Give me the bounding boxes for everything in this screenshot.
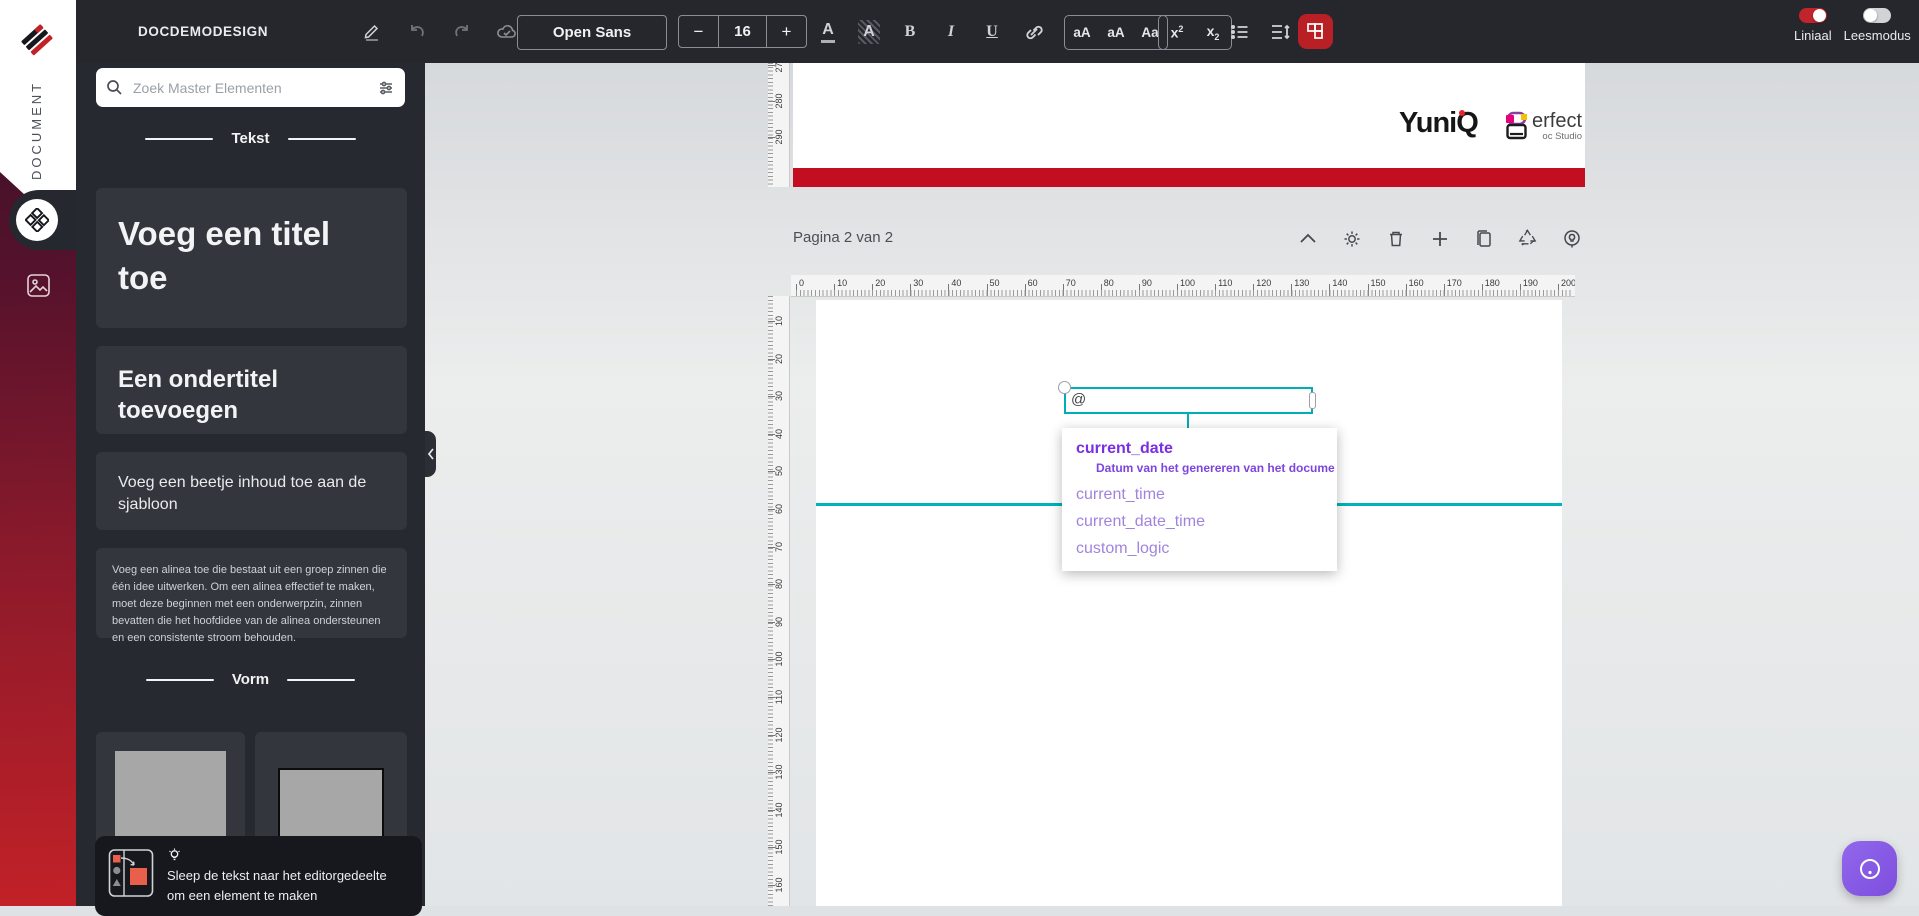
horizontal-ruler: 0 10 20 30 40 50 60 70 80 90 100 110 120 130 140 150 160…	[791, 275, 1575, 297]
master-element-content[interactable]: Voeg een beetje inhoud toe aan de sjablo…	[96, 452, 407, 530]
underline-button[interactable]: U	[981, 20, 1003, 44]
editor-canvas: YuniQ erfect oc Studio 270 280 290 Pagina …	[425, 63, 1919, 906]
lightbulb-icon	[169, 848, 180, 861]
rail-item-elements[interactable]	[16, 199, 58, 241]
read-mode-toggle[interactable]: Leesmodus	[1844, 8, 1911, 43]
text-section-title: Tekst	[231, 130, 270, 147]
search-input[interactable]	[131, 78, 369, 97]
line-spacing-icon[interactable]	[1268, 20, 1292, 44]
master-element-title[interactable]: Voeg een titel toe	[96, 188, 407, 328]
font-size-increase-button[interactable]: +	[766, 15, 807, 48]
bullet-list-icon[interactable]	[1228, 20, 1252, 44]
ruler-toggle-label: Liniaal	[1794, 28, 1832, 43]
master-element-subtitle[interactable]: Een ondertitel toevoegen	[96, 346, 407, 434]
element-text[interactable]: @	[1066, 389, 1311, 411]
chevron-left-icon	[427, 448, 434, 460]
ruler-toggle[interactable]: Liniaal	[1794, 8, 1832, 43]
italic-button[interactable]: I	[940, 20, 962, 44]
subscript-button[interactable]: x2	[1195, 23, 1231, 42]
drag-handle[interactable]	[1058, 381, 1071, 394]
page-indicator: Pagina 2 van 2	[793, 229, 894, 246]
document-title: DOCDEMODESIGN	[138, 24, 269, 39]
page-actions	[1296, 227, 1583, 250]
table-insert-button[interactable]	[1298, 14, 1333, 49]
rail-item-images[interactable]	[25, 272, 51, 298]
collapse-page-icon[interactable]	[1296, 227, 1319, 250]
delete-page-icon[interactable]	[1384, 227, 1407, 250]
dropdown-connector	[1187, 414, 1189, 428]
cloud-saved-icon	[495, 20, 519, 44]
yuniq-logo-dot	[1459, 110, 1465, 116]
redo-icon[interactable]	[450, 20, 474, 44]
dropdown-item-label[interactable]: current_date	[1076, 440, 1323, 458]
assistant-icon	[1859, 858, 1880, 879]
rename-icon[interactable]	[360, 20, 384, 44]
font-size-value[interactable]: 16	[719, 15, 766, 48]
search-icon	[107, 80, 122, 95]
read-mode-toggle-label: Leesmodus	[1843, 28, 1911, 43]
sidebar-collapse-button[interactable]	[425, 431, 436, 477]
drag-hint-tooltip: Sleep de tekst naar het editorgedeelte o…	[95, 836, 422, 916]
dropdown-item-label[interactable]: current_time	[1076, 486, 1323, 504]
dropdown-item-current_date[interactable]: current_date Datum van het genereren van …	[1062, 435, 1337, 481]
ruler-toggle-track[interactable]	[1798, 8, 1827, 23]
undo-icon[interactable]	[405, 20, 429, 44]
capitalize-button[interactable]: aA	[1099, 25, 1133, 40]
link-icon[interactable]	[1022, 20, 1046, 44]
highlight-color-button[interactable]: A	[858, 19, 880, 44]
master-elements-search	[96, 68, 405, 107]
perfect-doc-studio-mark-icon	[1506, 111, 1527, 140]
elements-icon	[25, 208, 49, 232]
rail-section-label: DOCUMENT	[29, 80, 44, 180]
read-mode-toggle-track[interactable]	[1863, 8, 1892, 23]
table-grid-icon	[1307, 23, 1323, 39]
filter-icon[interactable]	[377, 79, 395, 97]
assistant-button[interactable]	[1842, 841, 1897, 896]
dropdown-item-current_date_time[interactable]: current_date_time	[1062, 508, 1337, 535]
variable-dropdown: current_date Datum van het genereren van …	[1062, 428, 1337, 571]
dropdown-item-label[interactable]: custom_logic	[1076, 540, 1323, 558]
toolbar: DOCDEMODESIGN Open Sans − 16 + A A B I U…	[76, 0, 1919, 63]
recycle-page-icon[interactable]	[1516, 227, 1539, 250]
app-logo-icon	[19, 22, 57, 60]
text-color-button[interactable]: A	[817, 20, 839, 44]
yuniq-logo: YuniQ	[1399, 107, 1479, 139]
drag-illustration-icon	[108, 849, 154, 897]
script-group: x2 x2	[1158, 15, 1232, 50]
page-settings-icon[interactable]	[1340, 227, 1363, 250]
text-case-group: aA aA Aa	[1064, 15, 1168, 50]
superscript-button[interactable]: x2	[1159, 24, 1195, 41]
image-icon	[26, 273, 50, 297]
page-1-footer-bar	[793, 168, 1585, 187]
left-rail: DOCUMENT	[0, 0, 76, 906]
dropdown-item-label[interactable]: current_date_time	[1076, 513, 1323, 531]
font-family-select[interactable]: Open Sans	[517, 15, 667, 50]
shape-section-title: Vorm	[231, 671, 270, 688]
master-element-paragraph[interactable]: Voeg een alinea toe die bestaat uit een …	[96, 548, 407, 644]
section-header-text: Tekst	[76, 130, 425, 147]
page-insights-icon[interactable]	[1560, 227, 1583, 250]
section-header-shape: Vorm	[76, 671, 425, 688]
dropdown-item-description: Datum van het genereren van het docume	[1096, 461, 1335, 475]
dropdown-item-current_time[interactable]: current_time	[1062, 481, 1337, 508]
duplicate-page-icon[interactable]	[1472, 227, 1495, 250]
font-size-stepper: − 16 +	[678, 15, 807, 48]
uppercase-button[interactable]: aA	[1065, 25, 1099, 40]
font-size-decrease-button[interactable]: −	[678, 15, 719, 48]
selected-text-element[interactable]: @	[1058, 381, 1316, 414]
vertical-ruler-page-2: 10 20 30 40 50 60 70 80 90 100 110 120 130 140 150 160	[768, 296, 790, 906]
perfect-doc-studio-logo: erfect oc Studio	[1505, 111, 1582, 142]
bold-button[interactable]: B	[899, 20, 921, 44]
drag-hint-text: Sleep de tekst naar het editorgedeelte o…	[167, 868, 387, 903]
add-page-icon[interactable]	[1428, 227, 1451, 250]
resize-handle[interactable]	[1309, 392, 1316, 409]
dropdown-item-custom_logic[interactable]: custom_logic	[1062, 535, 1337, 562]
vertical-ruler-page-1: 270 280 290	[768, 63, 790, 187]
elements-sidebar: Tekst Voeg een titel toe Een ondertitel …	[76, 63, 436, 916]
